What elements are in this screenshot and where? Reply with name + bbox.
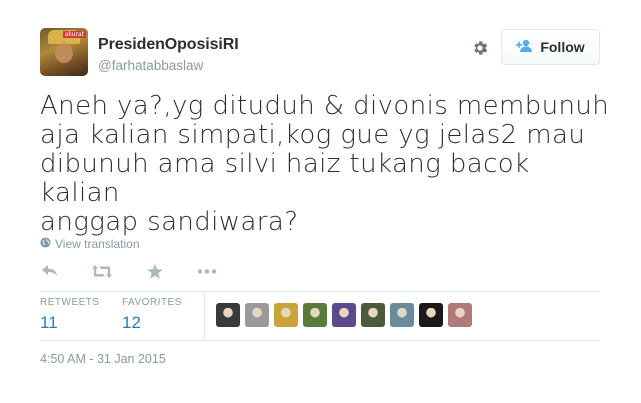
tweet-timestamp[interactable]: 4:50 AM - 31 Jan 2015 (40, 352, 166, 366)
user-full-name[interactable]: PresidenOposisiRI (98, 36, 239, 54)
tweet-line: Aneh ya?,yg dituduh & divonis membunuh (40, 91, 610, 121)
favorite-icon[interactable] (145, 263, 165, 279)
tweet-stats: RETWEETS 11 FAVORITES 12 (40, 292, 600, 340)
retweets-stat[interactable]: RETWEETS 11 (40, 297, 100, 333)
tweet-actions (40, 262, 217, 280)
retweets-label: RETWEETS (40, 297, 100, 308)
view-translation-link[interactable]: View translation (40, 237, 140, 251)
reply-icon[interactable] (40, 263, 60, 279)
avatar-badge: akurat (62, 31, 86, 38)
favoriter-avatar[interactable] (274, 303, 298, 327)
favoriter-avatar[interactable] (448, 303, 472, 327)
favoriter-avatar[interactable] (332, 303, 356, 327)
favoriter-avatar[interactable] (390, 303, 414, 327)
tweet-line: anggap sandiwara? (40, 207, 299, 237)
stats-separator (204, 292, 205, 340)
stats-bottom-divider (40, 340, 600, 341)
follow-label: Follow (540, 39, 585, 55)
retweets-count: 11 (40, 313, 58, 332)
favoriter-avatar[interactable] (245, 303, 269, 327)
tweet-header: akurat PresidenOposisiRI @farhatabbaslaw… (40, 28, 600, 78)
view-translation-label: View translation (55, 237, 140, 251)
tweet-line: aja kalian simpati,kog gue yg jelas2 mau (40, 120, 586, 150)
favoriter-avatar[interactable] (303, 303, 327, 327)
globe-icon (40, 237, 51, 251)
avatar-face (55, 43, 73, 63)
gear-icon[interactable] (470, 38, 490, 58)
favoriter-avatars (216, 303, 472, 327)
tweet-text: Aneh ya?,yg dituduh & divonis membunuh a… (40, 92, 610, 237)
favorites-label: FAVORITES (122, 297, 182, 308)
favorites-stat[interactable]: FAVORITES 12 (122, 297, 182, 333)
favoriter-avatar[interactable] (419, 303, 443, 327)
favoriter-avatar[interactable] (216, 303, 240, 327)
follow-button[interactable]: Follow (501, 29, 600, 65)
retweet-icon[interactable] (92, 263, 112, 279)
person-add-icon (516, 39, 534, 56)
user-names[interactable]: PresidenOposisiRI @farhatabbaslaw (98, 36, 239, 73)
tweet-line: dibunuh ama silvi haiz tukang bacok kali… (40, 149, 530, 208)
user-screen-name[interactable]: @farhatabbaslaw (98, 58, 239, 73)
favorites-count: 12 (122, 313, 141, 332)
more-icon[interactable] (197, 263, 217, 279)
user-avatar[interactable]: akurat (40, 28, 88, 76)
favoriter-avatar[interactable] (361, 303, 385, 327)
